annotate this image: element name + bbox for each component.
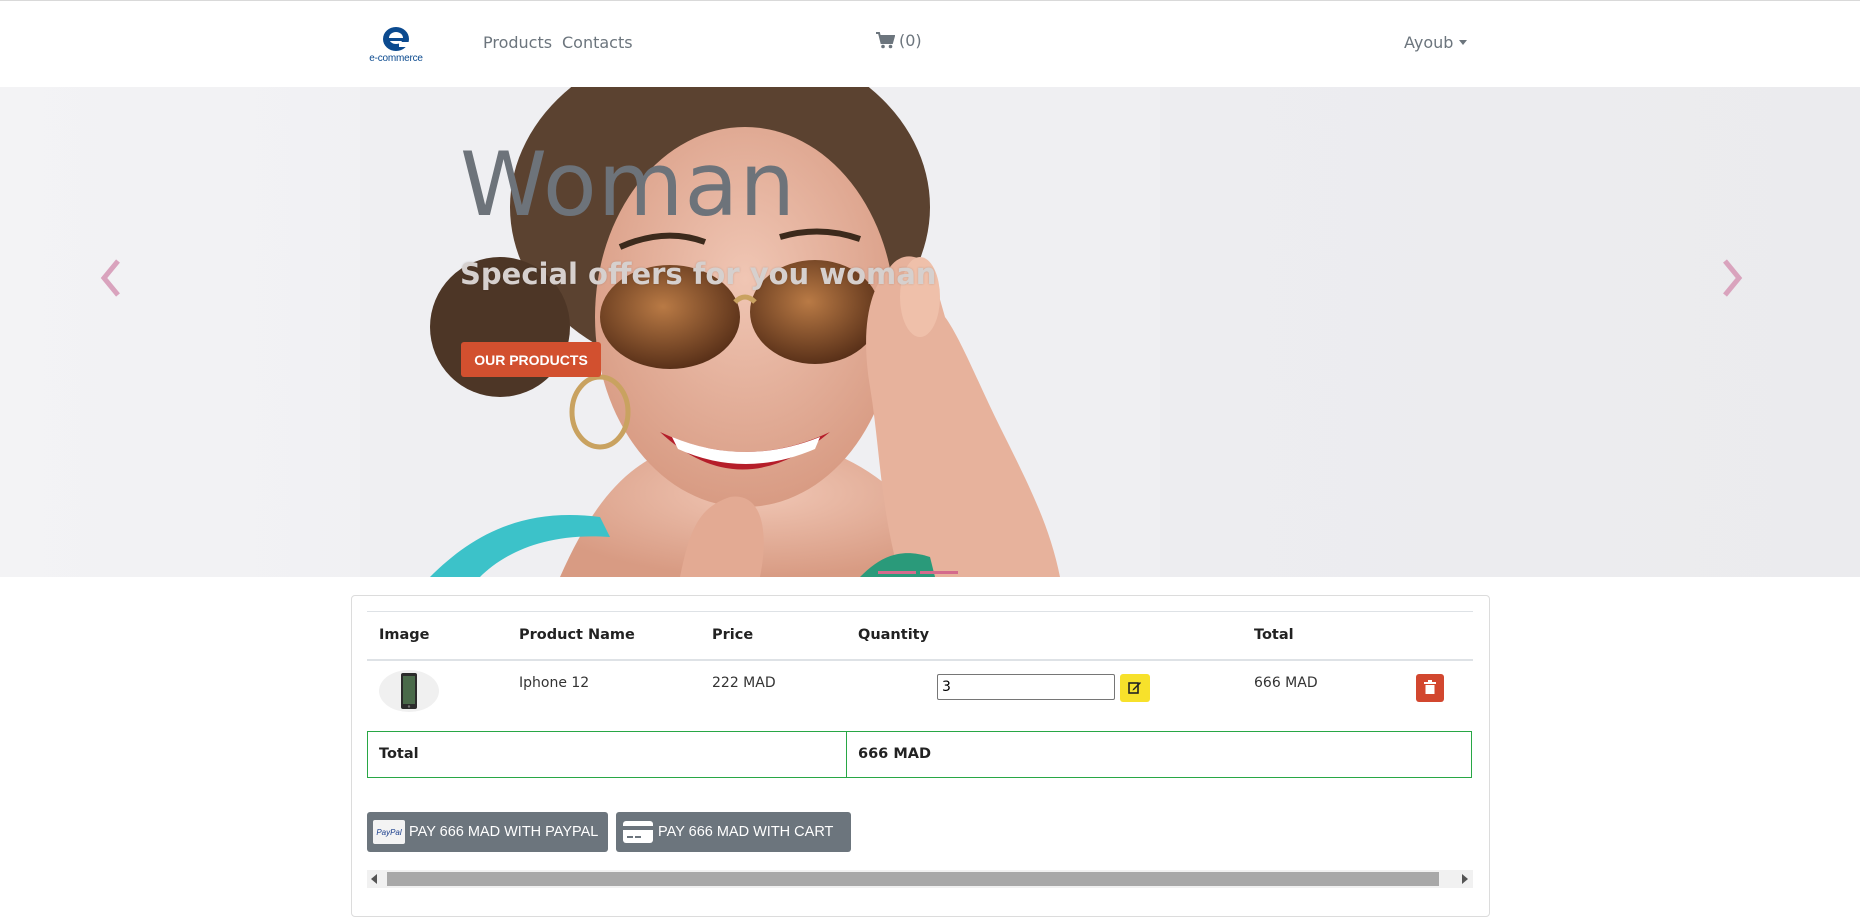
hero-title: Woman [460,133,797,236]
quantity-input[interactable] [937,674,1115,700]
nav-products-link[interactable]: Products [483,33,552,52]
column-header-product-name: Product Name [519,627,635,643]
ecommerce-logo[interactable]: e-commerce [366,25,426,67]
column-header-total: Total [1254,627,1294,643]
scroll-left-icon[interactable] [371,874,377,884]
top-navbar: e-commerce Products Contacts (0) Ayoub [0,1,1860,87]
row-total-cell: 666 MAD [1254,675,1318,691]
update-quantity-button[interactable] [1120,674,1150,702]
edit-icon [1128,681,1141,694]
pay-with-paypal-button[interactable]: PayPal PAY 666 MAD WITH PAYPAL [367,812,608,852]
column-header-quantity: Quantity [858,627,930,643]
hero-subtitle: Special offers for you woman [460,257,937,291]
user-menu-dropdown[interactable]: Ayoub [1404,33,1468,52]
column-header-image: Image [379,627,430,643]
product-name-cell: Iphone 12 [519,675,590,691]
credit-card-icon [623,821,653,843]
paypal-logo-icon: PayPal [373,820,405,844]
scroll-right-icon[interactable] [1462,874,1468,884]
carousel-indicator[interactable] [878,571,916,574]
carousel-indicators [878,571,958,574]
shopping-cart-icon [876,32,895,49]
trash-icon [1424,679,1436,694]
price-cell: 222 MAD [712,675,776,691]
horizontal-scrollbar[interactable] [367,870,1473,888]
pay-with-card-label: PAY 666 MAD WITH CART [658,824,834,840]
total-value: 666 MAD [858,746,932,762]
carousel-prev-icon[interactable] [96,255,130,301]
total-row-separator [846,732,847,777]
our-products-button[interactable]: OUR PRODUCTS [461,342,601,377]
delete-item-button[interactable] [1416,674,1444,702]
scrollbar-thumb[interactable] [387,872,1439,886]
hero-carousel: Woman Special offers for you woman OUR P… [0,87,1860,577]
cart-link[interactable]: (0) [876,31,922,50]
hero-woman-photo [360,87,1160,577]
pay-with-paypal-label: PAY 666 MAD WITH PAYPAL [409,824,599,840]
logo-text: e-commerce [369,53,423,64]
pay-with-card-button[interactable]: PAY 666 MAD WITH CART [616,812,851,852]
total-label: Total [379,746,419,762]
column-header-price: Price [712,627,754,643]
product-thumbnail [379,670,439,712]
cart-count: (0) [899,31,922,50]
nav-contacts-link[interactable]: Contacts [562,33,633,52]
table-top-divider [367,611,1473,612]
table-header-divider [367,659,1473,661]
carousel-next-icon[interactable] [1713,255,1747,301]
phone-image [401,673,417,709]
logo-e-icon [383,27,411,51]
cart-total-row: Total 666 MAD [367,731,1472,778]
chevron-down-icon [1459,40,1468,45]
user-name: Ayoub [1404,33,1454,52]
carousel-indicator[interactable] [920,571,958,574]
